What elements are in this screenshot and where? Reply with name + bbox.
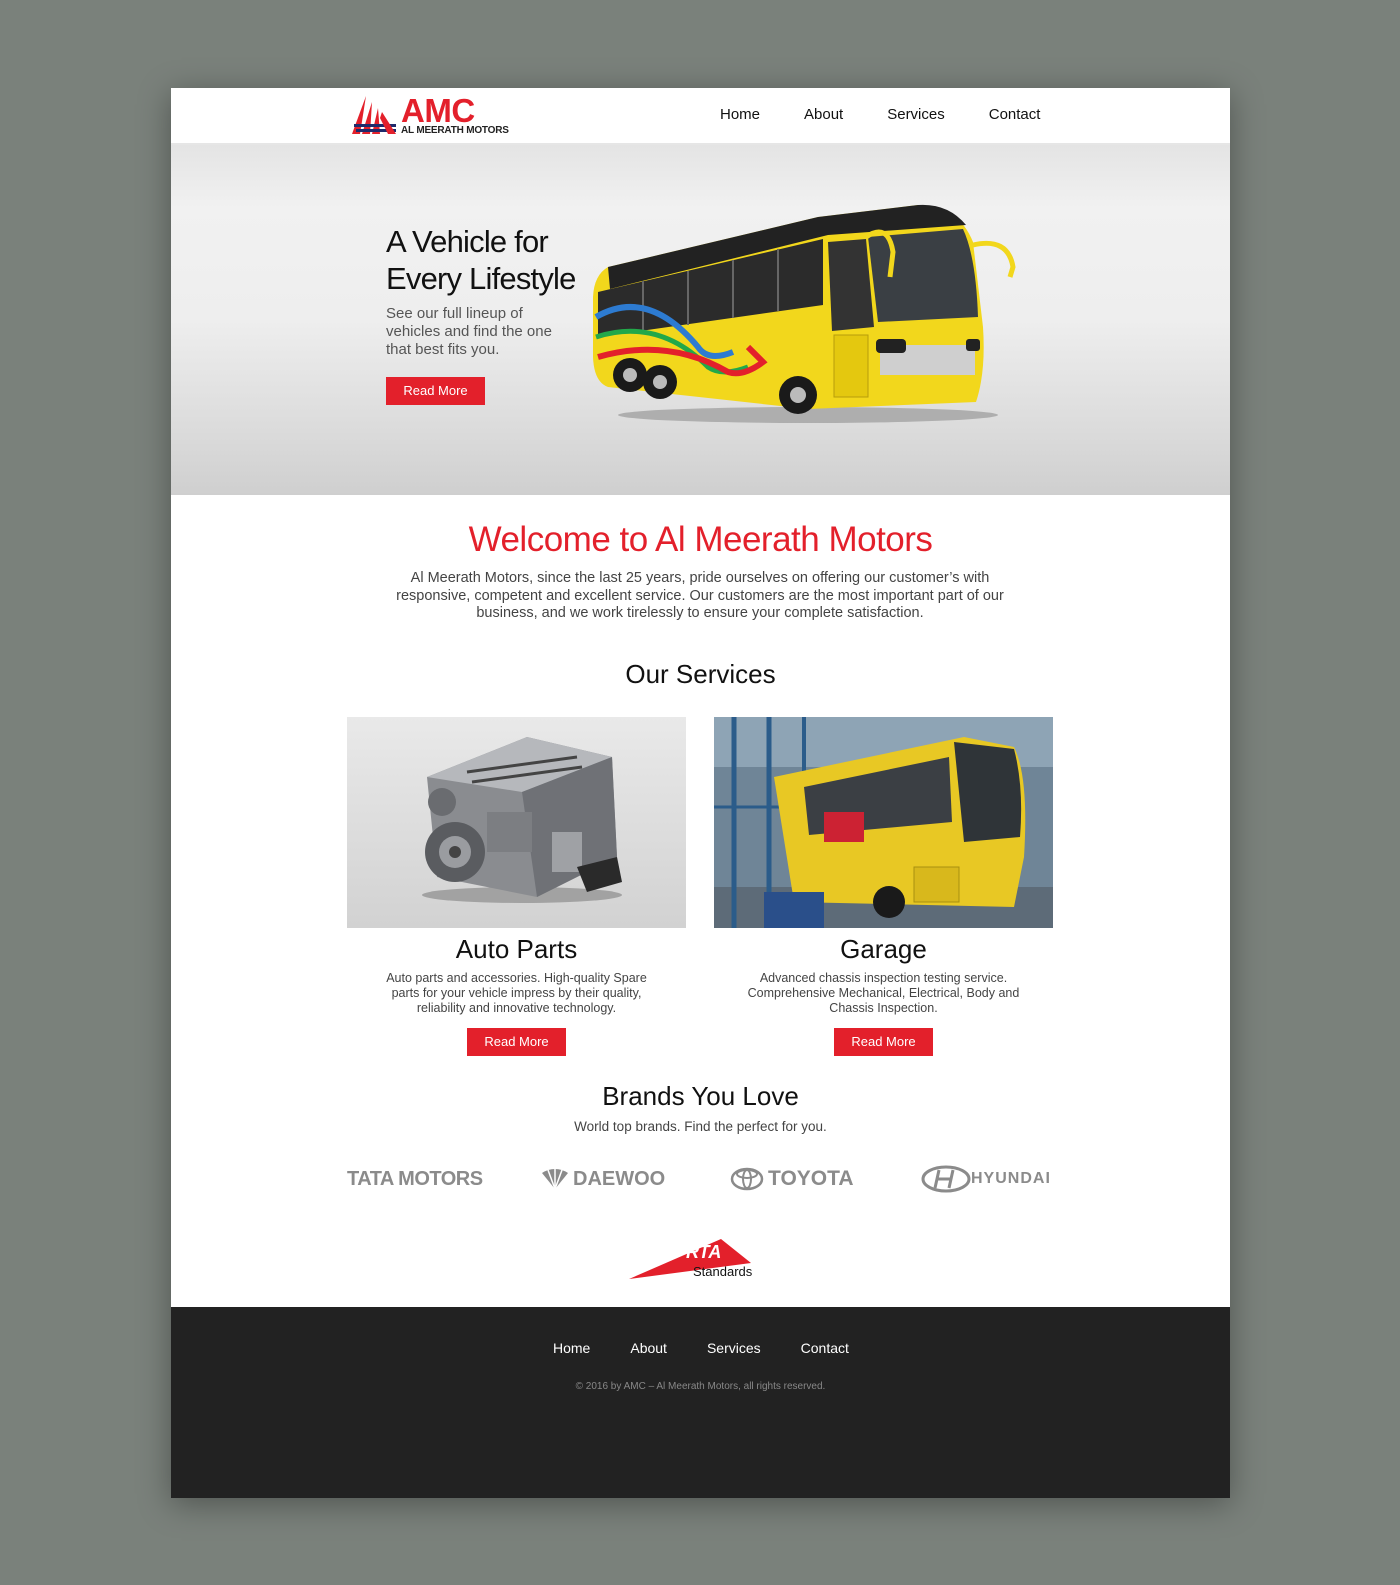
garage-read-more-button[interactable]: Read More	[834, 1028, 933, 1056]
daewoo-fan-icon	[542, 1169, 568, 1190]
logo-subtext: AL MEERATH MOTORS	[401, 125, 509, 136]
hero-read-more-button[interactable]: Read More	[386, 377, 485, 405]
brands-subtitle: World top brands. Find the perfect for y…	[574, 1119, 827, 1134]
welcome-title: Welcome to Al Meerath Motors	[468, 520, 933, 559]
rta-text: RTA	[686, 1242, 722, 1262]
welcome-text: Al Meerath Motors, since the last 25 yea…	[396, 570, 1004, 621]
footer-nav: Home About Services Contact	[553, 1340, 889, 1356]
amc-logo[interactable]: AMC AL MEERATH MOTORS	[352, 92, 512, 136]
footer-nav-home[interactable]: Home	[553, 1340, 590, 1356]
site-header: AMC AL MEERATH MOTORS Home About Service…	[171, 88, 1230, 145]
engine-image	[347, 717, 686, 928]
service-card-garage: Garage Advanced chassis inspection testi…	[714, 717, 1053, 1056]
hyundai-logo[interactable]: HYUNDAI	[921, 1165, 1051, 1193]
card-text: Auto parts and accessories. High-quality…	[386, 971, 647, 1015]
nav-about[interactable]: About	[804, 106, 843, 123]
hero-title: A Vehicle for Every Lifestyle	[386, 224, 576, 296]
nav-contact[interactable]: Contact	[989, 106, 1041, 123]
footer-nav-about[interactable]: About	[630, 1340, 667, 1356]
tata-motors-logo[interactable]: TATA MOTORS	[347, 1165, 483, 1193]
hero-subtitle: See our full lineup of vehicles and find…	[386, 305, 552, 358]
service-card-auto-parts: Auto Parts Auto parts and accessories. H…	[347, 717, 686, 1056]
nav-services[interactable]: Services	[887, 106, 945, 123]
garage-image	[714, 717, 1053, 928]
rta-standards-text: Standards	[693, 1264, 753, 1279]
toyota-emblem-icon	[730, 1167, 764, 1191]
card-text: Advanced chassis inspection testing serv…	[747, 971, 1020, 1015]
hyundai-emblem-icon	[921, 1165, 971, 1193]
hero-banner: A Vehicle for Every Lifestyle See our fu…	[171, 145, 1230, 495]
card-title: Auto Parts	[455, 934, 578, 964]
daewoo-logo[interactable]: DAEWOO	[539, 1165, 665, 1193]
webpage-mockup: AMC AL MEERATH MOTORS Home About Service…	[171, 88, 1230, 1498]
main-nav: Home About Services Contact	[720, 106, 1084, 123]
yellow-bus-image	[593, 204, 1016, 423]
footer-nav-services[interactable]: Services	[707, 1340, 761, 1356]
copyright-text: © 2016 by AMC – Al Meerath Motors, all r…	[575, 1381, 826, 1392]
amc-logo-icon	[352, 96, 396, 134]
auto-parts-read-more-button[interactable]: Read More	[467, 1028, 566, 1056]
site-footer: Home About Services Contact © 2016 by AM…	[171, 1307, 1230, 1498]
brands-title: Brands You Love	[602, 1081, 799, 1111]
nav-home[interactable]: Home	[720, 106, 760, 123]
toyota-logo[interactable]: TOYOTA	[730, 1165, 854, 1193]
footer-nav-contact[interactable]: Contact	[801, 1340, 849, 1356]
services-title: Our Services	[625, 659, 776, 689]
card-title: Garage	[840, 934, 927, 964]
rta-standards-logo: RTA Standards	[629, 1235, 769, 1285]
